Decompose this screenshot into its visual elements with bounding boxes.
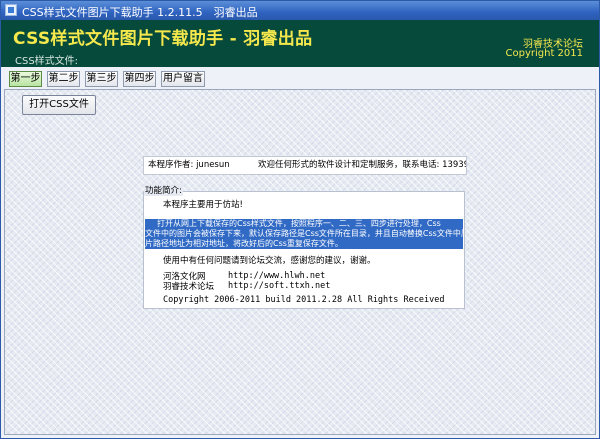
intro-feedback: 使用中有任何问题请到论坛交流，感谢您的建议，谢谢。 [163, 256, 376, 266]
app-heading: CSS样式文件图片下载助手 - 羽睿出品 [13, 29, 313, 49]
author-info: 本程序作者: junesun 欢迎任何形式的软件设计和定制服务，联系电话: 13… [143, 156, 467, 175]
header-banner: CSS样式文件图片下载助手 - 羽睿出品 CSS样式文件: 羽睿技术论坛 Cop… [1, 20, 599, 67]
link-url-forum[interactable]: http://soft.ttxh.net [228, 281, 330, 291]
author-label: 本程序作者: junesun [148, 160, 230, 170]
window-title: CSS样式文件图片下载助手 1.2.11.5 羽睿出品 [22, 6, 258, 19]
intro-legend: 功能简介: [144, 184, 183, 196]
selected-line: 打开从网上下载保存的Css样式文件，按照程序一、二、三、四步进行处理，Css [157, 219, 441, 228]
app-icon [5, 4, 17, 16]
link-url-hlwh[interactable]: http://www.hlwh.net [228, 271, 325, 281]
intro-group: 功能简介: 本程序主要用于仿站! 打开从网上下载保存的Css样式文件，按照程序一… [141, 184, 467, 310]
link-name-forum: 羽睿技术论坛 [163, 282, 215, 292]
intro-copyright: Copyright 2006-2011 build 2011.2.28 All … [163, 295, 445, 305]
tab-step-4[interactable]: 第四步 [123, 71, 156, 87]
selected-line: 片路径地址为相对地址，将改好后的Css重复保存文件。 [145, 239, 343, 248]
tab-step-1[interactable]: 第一步 [9, 71, 42, 87]
intro-purpose: 本程序主要用于仿站! [163, 200, 243, 210]
title-bar[interactable]: CSS样式文件图片下载助手 1.2.11.5 羽睿出品 [1, 1, 599, 20]
tab-feedback[interactable]: 用户留言 [161, 71, 205, 87]
open-css-button[interactable]: 打开CSS文件 [22, 95, 96, 115]
selected-line: 文件中的图片会被保存下来，默认保存路径是Css文件所在目录，并且自动替换Css文… [145, 229, 463, 238]
step-panel: 打开CSS文件 本程序作者: junesun 欢迎任何形式的软件设计和定制服务，… [4, 89, 596, 435]
tab-step-2[interactable]: 第二步 [47, 71, 80, 87]
app-window: CSS样式文件图片下载助手 1.2.11.5 羽睿出品 CSS样式文件图片下载助… [0, 0, 600, 439]
service-info: 欢迎任何形式的软件设计和定制服务，联系电话: 13939912965 [258, 160, 467, 170]
selected-text: 打开从网上下载保存的Css样式文件，按照程序一、二、三、四步进行处理，Css 文… [145, 219, 463, 249]
css-file-label: CSS样式文件: [15, 56, 79, 67]
banner-copyright: Copyright 2011 [505, 48, 584, 59]
tab-step-3[interactable]: 第三步 [85, 71, 118, 87]
